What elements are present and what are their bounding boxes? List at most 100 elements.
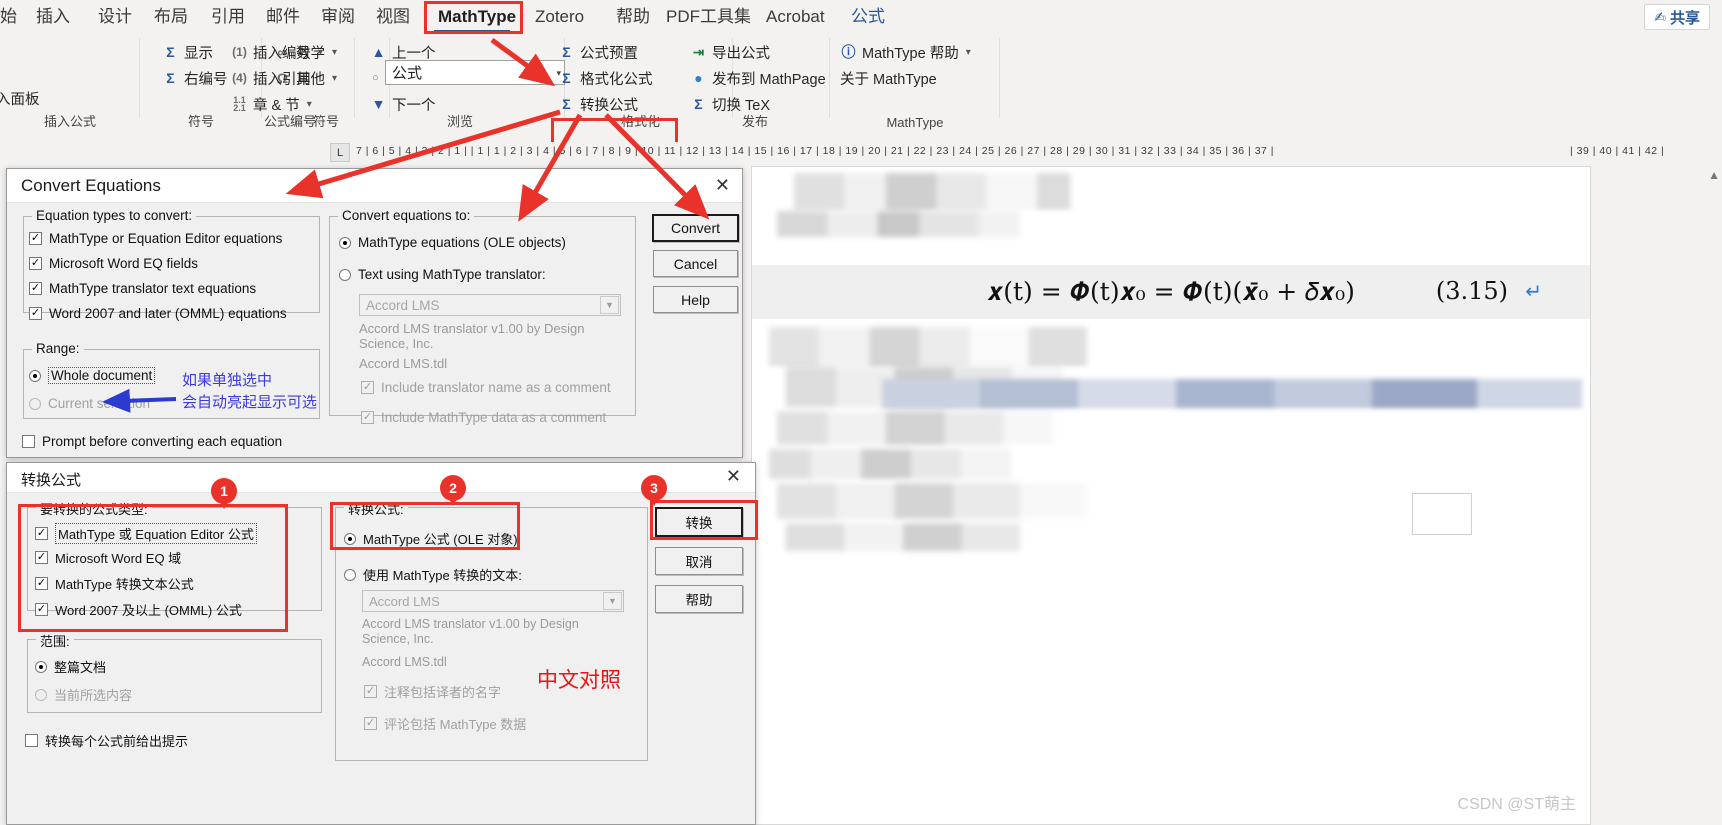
- radio-mathtype-ole[interactable]: MathType equations (OLE objects): [339, 235, 566, 250]
- ribbon-item-label: 格式化公式: [580, 71, 653, 88]
- radio-text-translator[interactable]: 使用 MathType 转换的文本:: [344, 565, 522, 584]
- dialog-title-bar[interactable]: Convert Equations ✕: [7, 169, 742, 203]
- ribbon-item-input-panel[interactable]: 入面板: [0, 86, 40, 110]
- checkbox-prompt-each-equation[interactable]: Prompt before converting each equation: [22, 434, 282, 449]
- tab-acrobat[interactable]: Acrobat: [760, 2, 831, 32]
- ribbon-item-publish-mathpage[interactable]: ● 发布到 MathPage: [690, 66, 825, 90]
- radio-label: Text using MathType translator:: [358, 267, 546, 282]
- ribbon-item-export-equations[interactable]: ⇥ 导出公式: [690, 40, 770, 64]
- blurred-text-line: [752, 327, 1590, 369]
- convert-equations-dialog-cn[interactable]: 转换公式 ✕ 要转换的公式类型: ✓ MathType 或 Equation E…: [6, 462, 756, 825]
- checkbox-icon: ✓: [35, 577, 48, 590]
- tab-help[interactable]: 帮助: [610, 2, 656, 32]
- checkbox-icon: ✓: [35, 603, 48, 616]
- tab-formula[interactable]: 公式: [845, 2, 891, 32]
- scroll-up-arrow[interactable]: ▲: [1708, 168, 1720, 182]
- tab-review[interactable]: 审阅: [315, 2, 361, 32]
- close-icon[interactable]: ✕: [715, 175, 730, 196]
- convert-equations-dialog-en[interactable]: Convert Equations ✕ Equation types to co…: [6, 168, 743, 458]
- convert-button[interactable]: 转换: [655, 507, 743, 537]
- document-page[interactable]: 𝒙(t) = 𝜱(t)𝒙₀ = 𝜱(t)(𝒙̄₀ + 𝛿𝒙₀) (3.15) ↵…: [751, 166, 1591, 825]
- translator-select[interactable]: Accord LMS ▼: [359, 294, 621, 316]
- help-button[interactable]: Help: [653, 286, 738, 313]
- radio-label: MathType equations (OLE objects): [358, 235, 566, 250]
- ribbon-item-equation-preferences[interactable]: Σ 公式预置: [558, 40, 638, 64]
- checkbox-label: Word 2007 and later (OMML) equations: [49, 306, 287, 321]
- checkbox-label: Prompt before converting each equation: [42, 434, 283, 449]
- share-button[interactable]: ✍ 共享: [1644, 4, 1710, 30]
- ribbon-item-right-number[interactable]: Σ 右编号: [162, 66, 227, 90]
- tab-references[interactable]: 引用: [205, 2, 251, 32]
- checkbox-label: Include MathType data as a comment: [381, 410, 607, 425]
- tab-home[interactable]: 始: [0, 2, 23, 32]
- radio-whole-document[interactable]: 整篇文档: [35, 657, 106, 676]
- cancel-button[interactable]: Cancel: [653, 250, 738, 277]
- chevron-down-icon[interactable]: ▾: [966, 47, 971, 58]
- sigma-numbered-icon: Σ: [166, 70, 175, 86]
- step-badge-2: 2: [440, 475, 466, 506]
- radio-text-translator[interactable]: Text using MathType translator:: [339, 267, 546, 282]
- tab-stop-selector[interactable]: L: [330, 143, 350, 162]
- group-label: 要转换的公式类型:: [36, 499, 152, 518]
- checkbox-word-eq-fields[interactable]: ✓ Microsoft Word EQ fields: [29, 256, 198, 271]
- checkbox-include-mathtype-data: ✓ Include MathType data as a comment: [361, 410, 606, 425]
- checkbox-label: 转换每个公式前给出提示: [45, 734, 189, 749]
- ribbon-item-label: 入面板: [0, 91, 40, 108]
- ribbon-group-label-publish: 发布: [741, 114, 768, 129]
- ribbon-item-display[interactable]: Σ 显示: [162, 40, 213, 64]
- convert-button[interactable]: Convert: [652, 214, 739, 242]
- radio-label: MathType 公式 (OLE 对象): [363, 532, 518, 547]
- share-label: 共享: [1669, 9, 1700, 27]
- checkbox-prompt-each-equation[interactable]: 转换每个公式前给出提示: [25, 731, 188, 750]
- checkbox-label: Microsoft Word EQ 域: [55, 551, 182, 566]
- browse-target-combo[interactable]: 公式 ▾: [385, 60, 565, 85]
- chevron-down-icon[interactable]: ▼: [600, 296, 619, 314]
- chevron-down-icon[interactable]: ▾: [307, 99, 312, 110]
- help-button[interactable]: 帮助: [655, 585, 743, 613]
- close-icon[interactable]: ✕: [726, 466, 741, 487]
- radio-mathtype-ole[interactable]: MathType 公式 (OLE 对象): [344, 529, 518, 548]
- radio-icon: [29, 397, 41, 410]
- checkbox-mathtype-eq-editor[interactable]: ✓ MathType or Equation Editor equations: [29, 231, 282, 246]
- browse-radio-icon[interactable]: ○: [372, 66, 379, 90]
- ribbon-item-format-equations[interactable]: Σ 格式化公式: [558, 66, 653, 90]
- chevron-down-icon[interactable]: ▼: [603, 592, 622, 610]
- ruler-ticks-right: | 39 | 40 | 41 | 42 |: [1570, 145, 1665, 157]
- checkbox-translator-text-eq[interactable]: ✓ MathType 转换文本公式: [35, 574, 194, 593]
- checkbox-label: Word 2007 及以上 (OMML) 公式: [55, 603, 242, 618]
- cancel-button[interactable]: 取消: [655, 547, 743, 575]
- group-divider: [999, 38, 1000, 118]
- tab-design[interactable]: 设计: [92, 2, 138, 32]
- checkbox-word-eq-fields[interactable]: ✓ Microsoft Word EQ 域: [35, 548, 181, 567]
- ribbon-item-insert-number[interactable]: (1) 插入编号 ▾: [231, 40, 323, 64]
- tab-zotero[interactable]: Zotero: [529, 2, 590, 32]
- tab-view[interactable]: 视图: [370, 2, 416, 32]
- checkbox-label: MathType or Equation Editor equations: [49, 231, 283, 246]
- ribbon: 始 插入 设计 布局 引用 邮件 审阅 视图 MathType Zotero 帮…: [0, 0, 1722, 170]
- ribbon-item-about-mathtype[interactable]: 关于 MathType: [840, 66, 937, 90]
- tab-mailings[interactable]: 邮件: [260, 2, 306, 32]
- ribbon-group-label-eqnum: 公式编号: [263, 114, 316, 129]
- checkbox-label: Microsoft Word EQ fields: [49, 256, 199, 271]
- tab-layout[interactable]: 布局: [148, 2, 194, 32]
- checkbox-omml-eq[interactable]: ✓ Word 2007 and later (OMML) equations: [29, 306, 287, 321]
- chevron-down-icon[interactable]: ▾: [318, 47, 323, 58]
- blurred-text-line: [752, 449, 1590, 479]
- tab-pdf-tools[interactable]: PDF工具集: [660, 2, 757, 32]
- radio-whole-document[interactable]: Whole document: [29, 367, 156, 384]
- ribbon-item-mathtype-help[interactable]: ⓘ MathType 帮助 ▾: [840, 40, 971, 64]
- checkbox-icon: ✓: [364, 717, 377, 730]
- translator-description: Accord LMS translator v1.00 by Design Sc…: [359, 321, 585, 351]
- horizontal-ruler[interactable]: 7 | 6 | 5 | 4 | 3 | 2 | 1 | | 1 | 1 | 2 …: [0, 142, 1722, 163]
- translator-select[interactable]: Accord LMS ▼: [362, 590, 624, 612]
- checkbox-mathtype-eq-editor[interactable]: ✓ MathType 或 Equation Editor 公式: [35, 523, 257, 544]
- checkbox-translator-text-eq[interactable]: ✓ MathType translator text equations: [29, 281, 256, 296]
- radio-icon: [344, 568, 356, 581]
- help-icon: ⓘ: [841, 44, 856, 60]
- tab-insert[interactable]: 插入: [30, 2, 76, 32]
- checkbox-include-translator-name: ✓ 注释包括译者的名字: [364, 682, 501, 701]
- ribbon-item-insert-reference[interactable]: (4) 插入引用: [231, 66, 311, 90]
- checkbox-icon: ✓: [29, 282, 42, 295]
- checkbox-icon: ✓: [29, 232, 42, 245]
- checkbox-omml-eq[interactable]: ✓ Word 2007 及以上 (OMML) 公式: [35, 600, 242, 619]
